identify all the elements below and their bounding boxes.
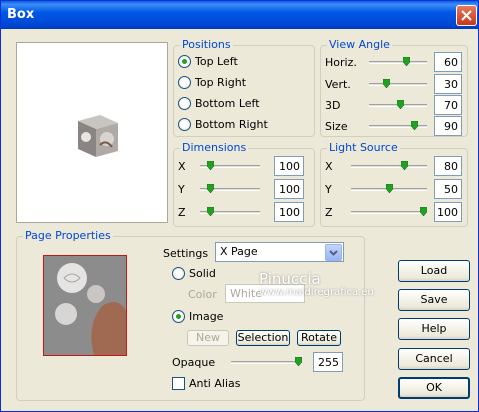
save-button[interactable]: Save xyxy=(398,289,470,311)
radio-bottom-right[interactable] xyxy=(178,118,191,131)
radio-top-right-label: Top Right xyxy=(195,76,247,89)
dimensions-legend: Dimensions xyxy=(180,141,249,154)
antialias-checkbox[interactable] xyxy=(172,377,185,390)
opaque-label: Opaque xyxy=(172,356,216,369)
positions-legend: Positions xyxy=(180,38,233,51)
selection-button[interactable]: Selection xyxy=(236,330,290,346)
rotate-button[interactable]: Rotate xyxy=(297,330,341,346)
watermark-url: www.maidiregrafica.eu xyxy=(259,287,374,298)
light-y-slider-thumb[interactable] xyxy=(386,184,393,193)
page-image-thumbnail xyxy=(43,255,127,356)
dim-z-input[interactable]: 100 xyxy=(274,202,304,222)
radio-top-left[interactable] xyxy=(178,55,191,68)
color-label: Color xyxy=(188,288,217,301)
watermark-name: Pinuccia xyxy=(259,270,321,288)
preview-pane xyxy=(16,42,168,223)
vert-slider-thumb[interactable] xyxy=(383,79,390,88)
light-x-input[interactable]: 80 xyxy=(434,156,462,176)
light-z-label: Z xyxy=(325,206,333,219)
page-properties-legend: Page Properties xyxy=(23,229,113,242)
horiz-input[interactable]: 60 xyxy=(434,52,462,72)
chevron-down-icon xyxy=(325,244,342,261)
dim-x-label: X xyxy=(178,160,186,173)
settings-dropdown[interactable]: X Page xyxy=(215,242,344,262)
radio-bottom-left[interactable] xyxy=(178,97,191,110)
size-input[interactable]: 90 xyxy=(434,116,462,136)
antialias-label: Anti Alias xyxy=(189,377,241,390)
light-z-slider[interactable] xyxy=(351,211,427,214)
opaque-slider[interactable] xyxy=(231,361,301,364)
light-x-label: X xyxy=(325,160,333,173)
radio-bottom-right-label: Bottom Right xyxy=(195,118,268,131)
box-dialog: Box Positions Top Left Top Right Bottom … xyxy=(0,0,479,412)
settings-dropdown-value: X Page xyxy=(220,245,258,258)
light-x-slider-thumb[interactable] xyxy=(401,161,408,170)
radio-bottom-left-label: Bottom Left xyxy=(195,97,260,110)
vert-label: Vert. xyxy=(325,78,351,91)
light-y-input[interactable]: 50 xyxy=(434,179,462,199)
opaque-input[interactable]: 255 xyxy=(313,352,343,372)
size-label: Size xyxy=(325,120,348,133)
dim-y-slider-thumb[interactable] xyxy=(207,184,214,193)
size-slider[interactable] xyxy=(369,125,427,128)
dim-x-slider-thumb[interactable] xyxy=(207,161,214,170)
3d-input[interactable]: 70 xyxy=(434,95,462,115)
radio-top-right[interactable] xyxy=(178,76,191,89)
vert-input[interactable]: 30 xyxy=(434,74,462,94)
light-source-legend: Light Source xyxy=(327,141,400,154)
radio-top-left-label: Top Left xyxy=(195,55,238,68)
3d-label: 3D xyxy=(325,99,341,112)
vert-slider[interactable] xyxy=(369,83,427,86)
ok-button[interactable]: OK xyxy=(398,377,470,399)
horiz-slider[interactable] xyxy=(369,61,427,64)
radio-image-label: Image xyxy=(189,310,224,323)
dim-y-input[interactable]: 100 xyxy=(274,179,304,199)
light-x-slider[interactable] xyxy=(351,165,427,168)
light-z-slider-thumb[interactable] xyxy=(420,207,427,216)
window-title: Box xyxy=(7,7,35,22)
close-button[interactable] xyxy=(456,5,477,26)
new-button[interactable]: New xyxy=(187,330,229,346)
title-bar[interactable]: Box xyxy=(1,1,478,29)
light-z-input[interactable]: 100 xyxy=(434,202,462,222)
opaque-slider-thumb[interactable] xyxy=(295,357,302,366)
dim-z-label: Z xyxy=(178,206,186,219)
view-angle-legend: View Angle xyxy=(327,38,392,51)
cancel-button[interactable]: Cancel xyxy=(398,348,470,370)
light-y-label: Y xyxy=(325,183,332,196)
horiz-label: Horiz. xyxy=(325,56,357,69)
cube-preview xyxy=(74,111,122,164)
radio-image[interactable] xyxy=(172,310,185,323)
3d-slider-thumb[interactable] xyxy=(397,100,404,109)
load-button[interactable]: Load xyxy=(398,260,470,282)
radio-solid[interactable] xyxy=(172,267,185,280)
radio-solid-label: Solid xyxy=(189,267,216,280)
dim-y-label: Y xyxy=(178,183,185,196)
color-dropdown-value: White xyxy=(230,287,262,300)
settings-label: Settings xyxy=(163,247,209,260)
help-button[interactable]: Help xyxy=(398,318,470,340)
dim-z-slider-thumb[interactable] xyxy=(207,207,214,216)
horiz-slider-thumb[interactable] xyxy=(403,57,410,66)
size-slider-thumb[interactable] xyxy=(411,121,418,130)
dim-x-input[interactable]: 100 xyxy=(274,156,304,176)
